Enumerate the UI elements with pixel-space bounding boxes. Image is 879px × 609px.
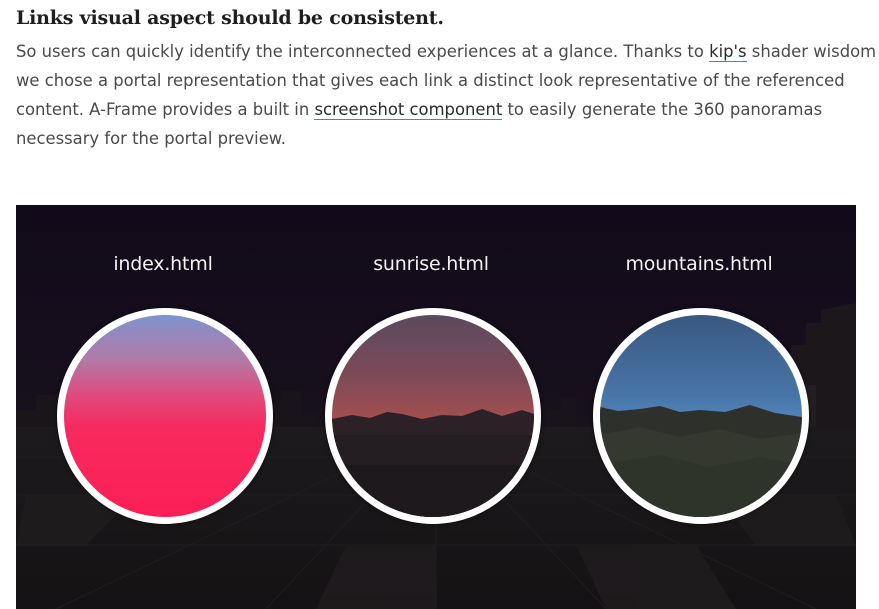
paragraph-line-4: necessary for the portal preview. — [16, 129, 286, 148]
portal-index[interactable] — [57, 308, 273, 524]
sunrise-mountains-silhouette — [332, 409, 534, 517]
section-heading: Links visual aspect should be consistent… — [16, 7, 444, 29]
portal-label-mountains: mountains.html — [625, 253, 773, 275]
portal-mountains[interactable] — [593, 308, 809, 524]
paragraph-text: shader wisdom — [746, 42, 877, 61]
screenshot-component-link[interactable]: screenshot component — [314, 100, 503, 120]
article-paragraph: So users can quickly identify the interc… — [16, 37, 876, 153]
portal-preview-index — [64, 315, 266, 517]
paragraph-text: So users can quickly identify the interc… — [16, 42, 710, 61]
portal-preview-mountains — [600, 315, 802, 517]
paragraph-line-3: content. A-Frame provides a built in scr… — [16, 95, 856, 124]
vr-scene-image: index.html sunrise.html mountains.html — [16, 205, 856, 609]
paragraph-text: to easily generate the 360 panoramas — [502, 100, 823, 119]
portal-label-index: index.html — [113, 253, 213, 275]
paragraph-line-1: So users can quickly identify the interc… — [16, 37, 876, 66]
portal-sunrise[interactable] — [325, 308, 541, 524]
kips-link[interactable]: kip's — [709, 42, 747, 62]
paragraph-line-2: we chose a portal representation that gi… — [16, 71, 845, 90]
mountain-landscape — [600, 405, 802, 517]
paragraph-text: content. A-Frame provides a built in — [16, 100, 315, 119]
portal-preview-sunrise — [332, 315, 534, 517]
portal-label-sunrise: sunrise.html — [373, 253, 489, 275]
